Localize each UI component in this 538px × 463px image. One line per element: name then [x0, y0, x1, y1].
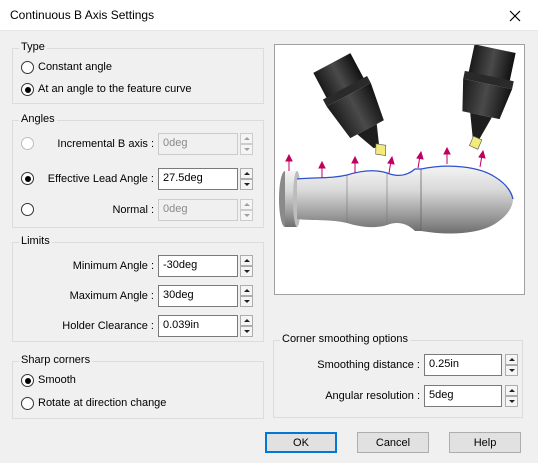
up-arrow-icon [243, 289, 250, 292]
type-group-title: Type [19, 41, 47, 53]
sharp-corners-group: Sharp corners [12, 354, 264, 419]
smoothing-distance-field[interactable]: 0.25in [424, 354, 502, 376]
up-arrow-icon [243, 172, 250, 175]
minimum-up-arrow[interactable] [240, 255, 253, 266]
effective-up-arrow[interactable] [240, 168, 253, 179]
normal-up-arrow[interactable] [240, 199, 253, 210]
up-arrow-icon [243, 137, 250, 140]
normal-radio[interactable] [21, 203, 34, 216]
normal-label: Normal : [112, 204, 154, 216]
incremental-b-axis-radio[interactable] [21, 137, 34, 150]
down-arrow-icon [243, 330, 250, 333]
resolution-down-arrow[interactable] [505, 396, 518, 407]
ok-button[interactable]: OK [265, 432, 337, 453]
limits-group-title: Limits [19, 235, 52, 247]
tool-preview-illustration [279, 45, 516, 234]
holder-up-arrow[interactable] [240, 315, 253, 326]
down-arrow-icon [243, 148, 250, 151]
up-arrow-icon [243, 319, 250, 322]
constant-angle-radio[interactable] [21, 61, 34, 74]
minimum-down-arrow[interactable] [240, 266, 253, 277]
normal-field[interactable]: 0deg [158, 199, 238, 221]
angles-group-title: Angles [19, 113, 57, 125]
rotate-direction-change-label[interactable]: Rotate at direction change [38, 397, 166, 409]
resolution-up-arrow[interactable] [505, 385, 518, 396]
down-arrow-icon [243, 270, 250, 273]
minimum-angle-label: Minimum Angle : [72, 260, 154, 272]
close-icon [509, 10, 521, 21]
down-arrow-icon [243, 183, 250, 186]
title-bar: Continuous B Axis Settings [0, 0, 538, 31]
maximum-angle-field[interactable]: 30deg [158, 285, 238, 307]
holder-clearance-label: Holder Clearance : [62, 320, 154, 332]
incremental-up-arrow[interactable] [240, 133, 253, 144]
feature-curve-angle-label[interactable]: At an angle to the feature curve [38, 83, 192, 95]
normal-down-arrow[interactable] [240, 210, 253, 221]
minimum-angle-field[interactable]: -30deg [158, 255, 238, 277]
workpiece-shape [279, 166, 513, 234]
right-tool [462, 45, 516, 150]
maximum-angle-spinner[interactable] [240, 285, 253, 307]
incremental-b-axis-field[interactable]: 0deg [158, 133, 238, 155]
help-button[interactable]: Help [449, 432, 521, 453]
effective-lead-angle-spinner[interactable] [240, 168, 253, 190]
sharp-corners-group-title: Sharp corners [19, 354, 93, 366]
incremental-down-arrow[interactable] [240, 144, 253, 155]
smoothing-down-arrow[interactable] [505, 365, 518, 376]
constant-angle-label[interactable]: Constant angle [38, 61, 112, 73]
angular-resolution-label: Angular resolution : [325, 390, 420, 402]
tool-preview-image [274, 44, 525, 295]
close-button[interactable] [492, 0, 538, 31]
up-arrow-icon [243, 203, 250, 206]
angular-resolution-field[interactable]: 5deg [424, 385, 502, 407]
effective-down-arrow[interactable] [240, 179, 253, 190]
feature-curve-angle-radio[interactable] [21, 83, 34, 96]
left-tool [313, 53, 387, 156]
incremental-b-axis-label: Incremental B axis : [57, 138, 154, 150]
type-group: Type [12, 41, 264, 104]
maximum-up-arrow[interactable] [240, 285, 253, 296]
effective-lead-angle-radio[interactable] [21, 172, 34, 185]
effective-lead-angle-field[interactable]: 27.5deg [158, 168, 238, 190]
holder-down-arrow[interactable] [240, 326, 253, 337]
incremental-b-axis-spinner[interactable] [240, 133, 253, 155]
minimum-angle-spinner[interactable] [240, 255, 253, 277]
rotate-direction-change-radio[interactable] [21, 397, 34, 410]
smoothing-up-arrow[interactable] [505, 354, 518, 365]
smoothing-distance-label: Smoothing distance : [317, 359, 420, 371]
window-title: Continuous B Axis Settings [10, 8, 155, 22]
corner-smoothing-group-title: Corner smoothing options [280, 333, 410, 345]
down-arrow-icon [243, 214, 250, 217]
holder-clearance-spinner[interactable] [240, 315, 253, 337]
angular-resolution-spinner[interactable] [505, 385, 518, 407]
maximum-down-arrow[interactable] [240, 296, 253, 307]
up-arrow-icon [508, 389, 515, 392]
normal-spinner[interactable] [240, 199, 253, 221]
smooth-radio[interactable] [21, 374, 34, 387]
down-arrow-icon [508, 400, 515, 403]
maximum-angle-label: Maximum Angle : [69, 290, 154, 302]
down-arrow-icon [508, 369, 515, 372]
effective-lead-angle-label: Effective Lead Angle : [47, 173, 154, 185]
smooth-label[interactable]: Smooth [38, 374, 76, 386]
up-arrow-icon [243, 259, 250, 262]
cancel-button[interactable]: Cancel [357, 432, 429, 453]
holder-clearance-field[interactable]: 0.039in [158, 315, 238, 337]
up-arrow-icon [508, 358, 515, 361]
down-arrow-icon [243, 300, 250, 303]
smoothing-distance-spinner[interactable] [505, 354, 518, 376]
